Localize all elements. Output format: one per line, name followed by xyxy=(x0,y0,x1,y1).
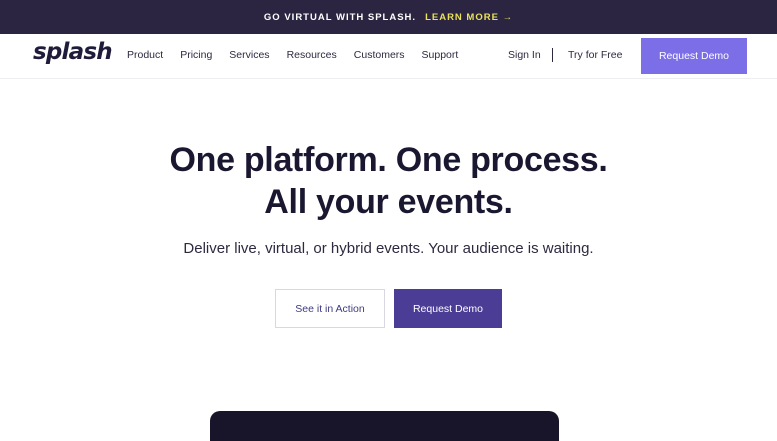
hero-subtitle: Deliver live, virtual, or hybrid events.… xyxy=(183,240,594,257)
nav-menu: Product Pricing Services Resources Custo… xyxy=(127,49,475,61)
promo-banner: GO VIRTUAL WITH SPLASH. LEARN MORE → xyxy=(0,0,777,34)
nav-item-customers[interactable]: Customers xyxy=(354,49,405,61)
hero-title-line-2: All your events. xyxy=(264,183,513,221)
see-it-in-action-button[interactable]: See it in Action xyxy=(275,289,385,328)
nav-item-pricing[interactable]: Pricing xyxy=(180,49,212,61)
hero-request-demo-button[interactable]: Request Demo xyxy=(394,289,502,328)
sign-in-link[interactable]: Sign In xyxy=(508,49,541,61)
product-preview-frame xyxy=(210,411,559,441)
nav-request-demo-button[interactable]: Request Demo xyxy=(641,38,747,74)
nav-divider xyxy=(552,48,553,62)
banner-text: GO VIRTUAL WITH SPLASH. xyxy=(263,11,417,23)
try-free-link[interactable]: Try for Free xyxy=(568,49,622,61)
splash-logo[interactable]: splash xyxy=(33,39,113,65)
nav-item-services[interactable]: Services xyxy=(229,49,269,61)
main-nav: splash Product Pricing Services Resource… xyxy=(0,34,777,79)
nav-item-product[interactable]: Product xyxy=(127,49,163,61)
nav-item-resources[interactable]: Resources xyxy=(287,49,337,61)
hero-title-line-1: One platform. One process. xyxy=(169,141,608,179)
nav-item-support[interactable]: Support xyxy=(422,49,459,61)
learn-more-link[interactable]: LEARN MORE → xyxy=(425,12,513,23)
hero-title: One platform. One process. All your even… xyxy=(0,139,777,223)
